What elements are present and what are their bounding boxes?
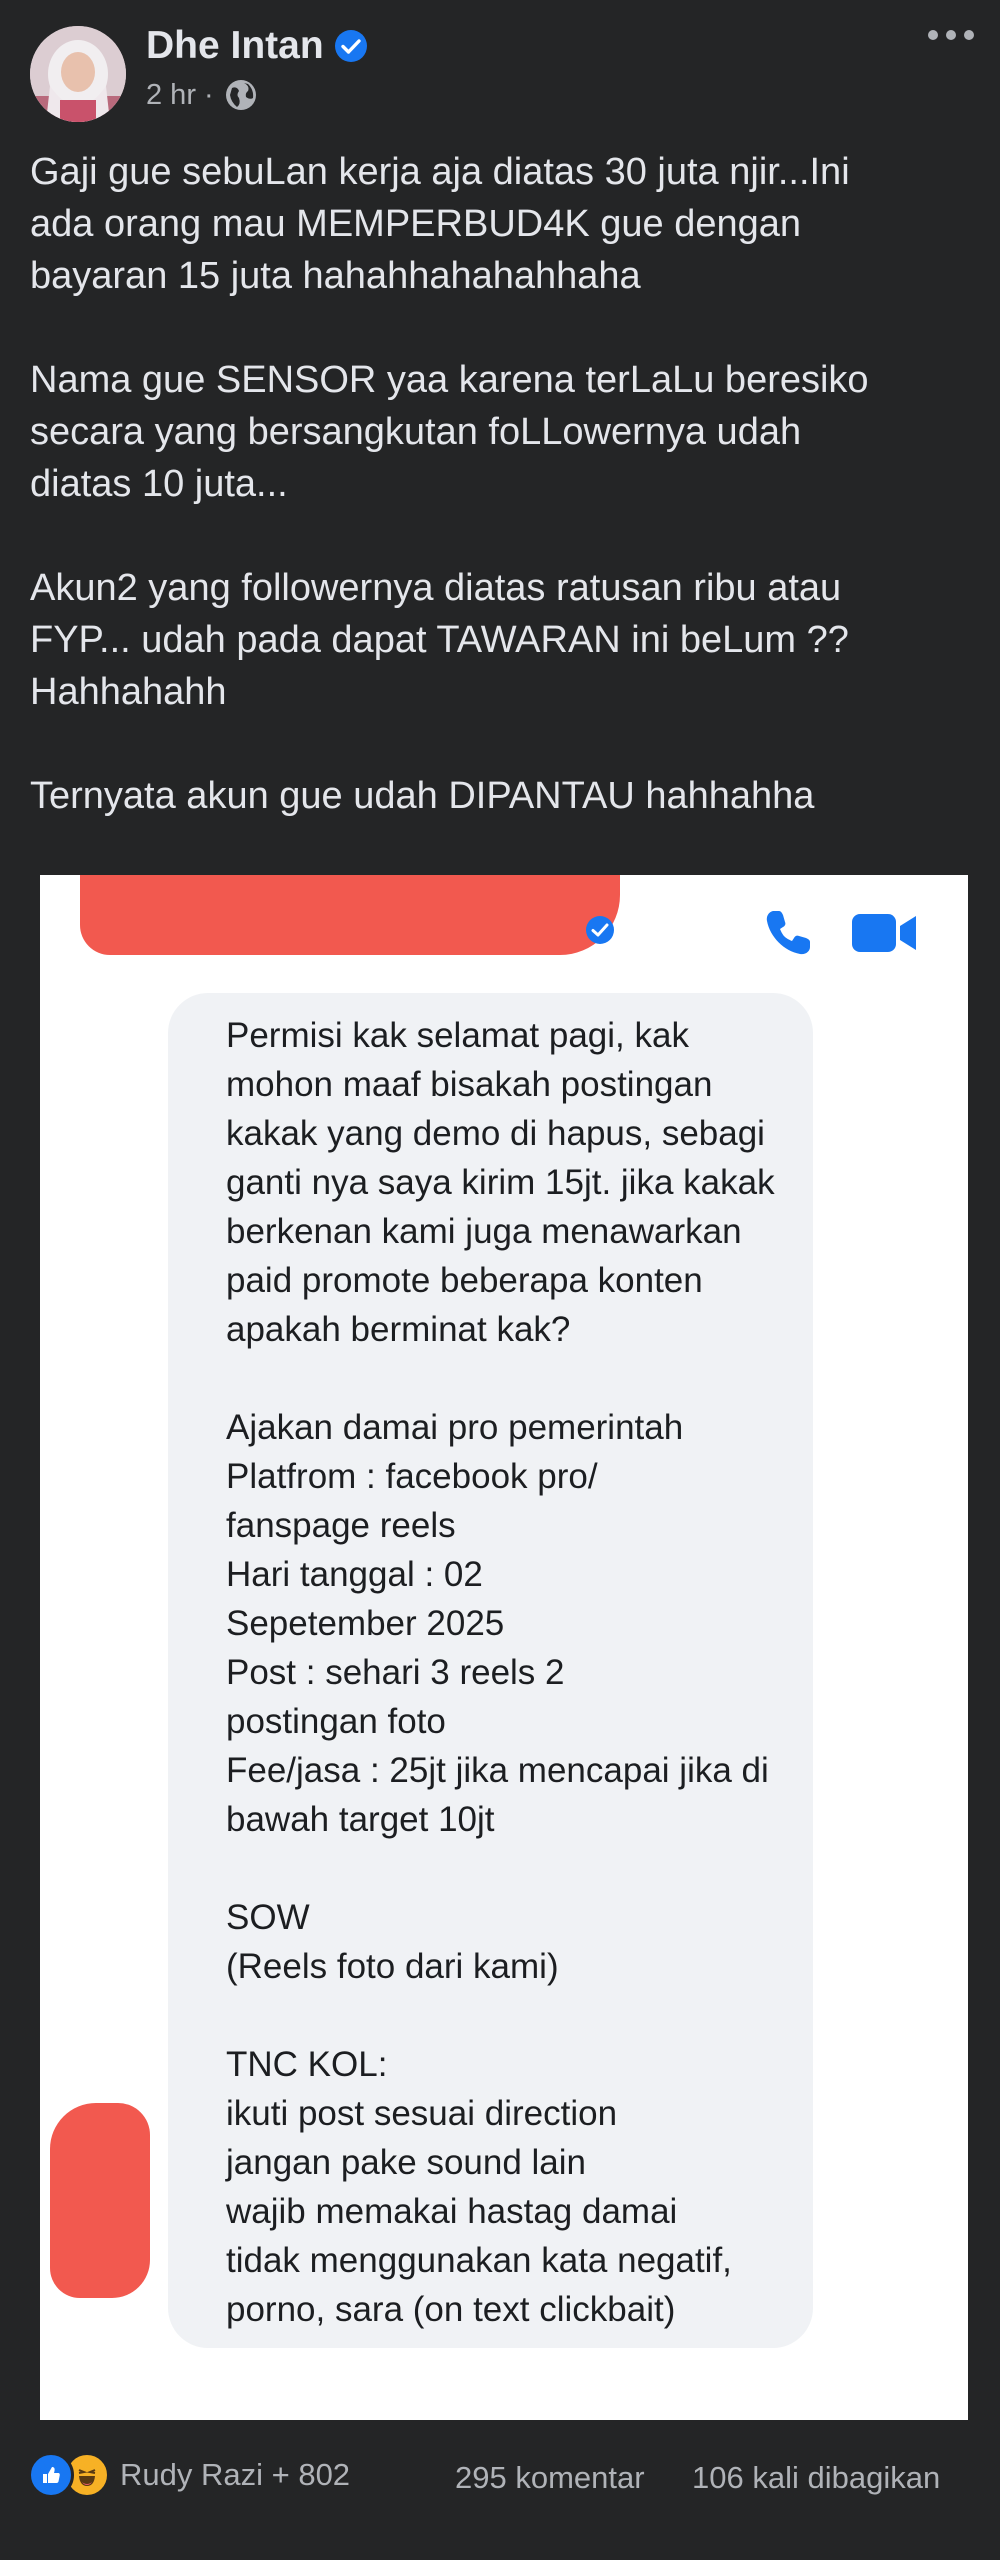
message-bubble: Permisi kak selamat pagi, kak mohon maaf… <box>168 993 813 2348</box>
video-call-icon[interactable] <box>850 908 920 958</box>
verified-badge-icon <box>334 30 367 62</box>
post-header: Dhe Intan 2 hr · <box>0 0 1000 140</box>
avatar[interactable] <box>30 26 126 122</box>
post-meta: 2 hr · <box>146 78 258 112</box>
author-name-row: Dhe Intan <box>146 24 368 68</box>
post-time[interactable]: 2 hr · <box>146 79 214 112</box>
post-body: Gaji gue sebuLan kerja aja diatas 30 jut… <box>30 151 869 817</box>
globe-icon <box>225 80 256 110</box>
post-footer: Rudy Razi + 802 295 komentar 106 kali di… <box>0 2438 1000 2518</box>
more-options-icon[interactable] <box>928 30 974 40</box>
reactions-summary[interactable]: Rudy Razi + 802 <box>28 2452 350 2498</box>
like-icon <box>28 2452 74 2498</box>
reactors-label: Rudy Razi + 802 <box>120 2457 351 2492</box>
chat-verified-badge-icon <box>586 916 614 944</box>
shares-count[interactable]: 106 kali dibagikan <box>692 2460 940 2496</box>
post-photo[interactable]: Permisi kak selamat pagi, kak mohon maaf… <box>40 875 968 2420</box>
comments-count[interactable]: 295 komentar <box>455 2460 645 2496</box>
redaction-mark-left <box>50 2103 150 2298</box>
author-name[interactable]: Dhe Intan <box>146 24 324 68</box>
avatar-photo <box>30 26 126 122</box>
redaction-mark-top <box>80 875 620 955</box>
phone-call-icon[interactable] <box>760 905 816 961</box>
message-text: Permisi kak selamat pagi, kak mohon maaf… <box>226 1016 775 2329</box>
